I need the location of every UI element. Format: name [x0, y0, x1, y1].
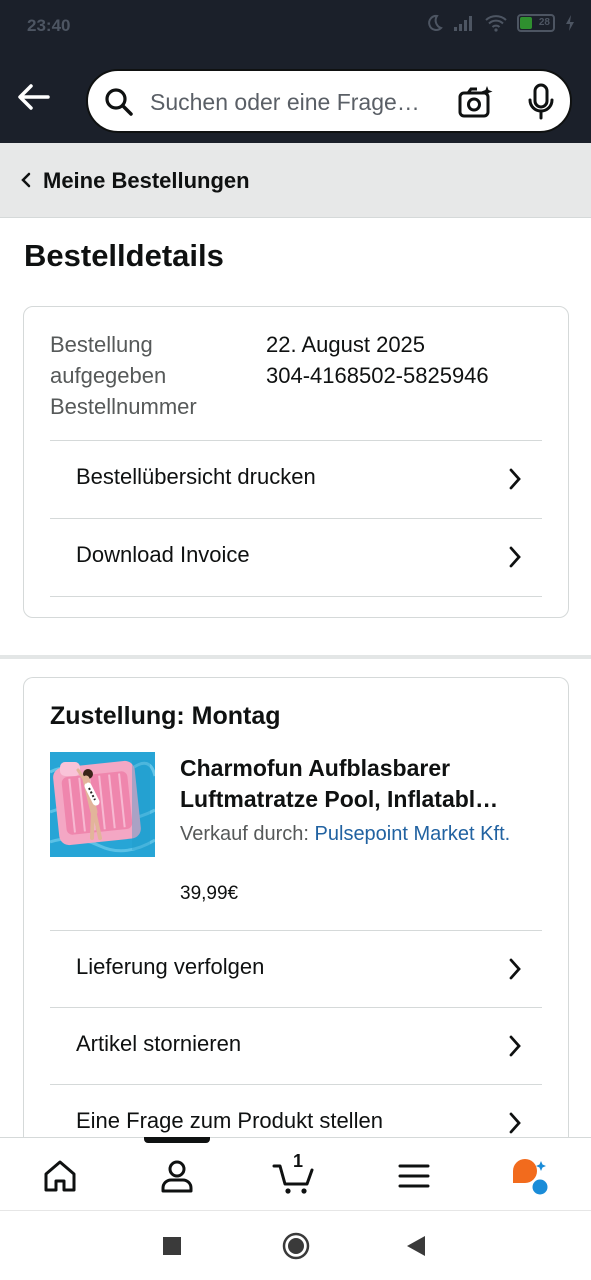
status-icons: 28 [425, 14, 575, 32]
product-title[interactable]: Charmofun Aufblasbarer Luftmatratze Pool… [180, 753, 540, 815]
print-summary-label: Bestellübersicht drucken [76, 464, 316, 489]
seller-info: Verkauf durch: Pulsepoint Market Kft. [180, 819, 540, 850]
breadcrumb[interactable]: Meine Bestellungen [0, 143, 591, 218]
status-bar: 23:40 28 [0, 0, 591, 52]
order-info-card: Bestellung aufgegeben Bestellnummer 22. … [23, 306, 569, 618]
cancel-item-label: Artikel stornieren [76, 1031, 242, 1056]
recents-icon[interactable] [163, 1237, 181, 1255]
back-triangle-icon[interactable] [406, 1235, 426, 1257]
delivery-title: Zustellung: Montag [50, 702, 281, 730]
download-invoice-label: Download Invoice [76, 542, 250, 567]
order-date: 22. August 2025 [266, 332, 426, 357]
battery-icon: 28 [517, 14, 555, 32]
microphone-icon[interactable] [528, 83, 554, 121]
search-input[interactable]: Suchen oder eine Frage… [150, 89, 446, 116]
track-delivery-row[interactable]: Lieferung verfolgen [50, 930, 542, 1008]
order-number-label: Bestellnummer [50, 394, 197, 419]
signal-icon [454, 16, 472, 31]
home-icon[interactable] [40, 1156, 80, 1196]
seller-link[interactable]: Pulsepoint Market Kft. [315, 823, 511, 845]
search-icon [105, 88, 133, 116]
chevron-right-icon [509, 958, 521, 980]
active-tab-indicator [144, 1137, 210, 1143]
back-arrow-icon[interactable] [16, 82, 50, 112]
battery-level: 28 [538, 17, 550, 28]
seller-prefix: Verkauf durch: [180, 823, 309, 845]
bottom-nav [0, 1137, 591, 1210]
chevron-right-icon [509, 1112, 521, 1134]
section-divider [0, 655, 591, 659]
chevron-left-icon [21, 172, 31, 188]
row-divider [50, 596, 542, 597]
page-title: Bestelldetails [24, 238, 224, 273]
product-image[interactable] [50, 752, 155, 857]
order-meta-values: 22. August 2025 304-4168502-5825946 [266, 329, 489, 391]
camera-lens-icon[interactable] [458, 85, 494, 119]
pool-float-image [50, 752, 155, 857]
menu-icon[interactable] [394, 1156, 434, 1196]
breadcrumb-label[interactable]: Meine Bestellungen [43, 168, 250, 194]
download-invoice-row[interactable]: Download Invoice [50, 518, 542, 596]
product-price: 39,99€ [180, 883, 239, 904]
wifi-icon [485, 15, 507, 32]
status-time: 23:40 [27, 16, 71, 35]
system-nav-bar [0, 1210, 591, 1280]
print-summary-row[interactable]: Bestellübersicht drucken [50, 440, 542, 518]
home-circle-icon[interactable] [282, 1232, 310, 1260]
account-icon[interactable] [157, 1156, 197, 1196]
charging-icon [566, 15, 574, 31]
cart-count-badge: 1 [293, 1151, 304, 1171]
product-title-line1[interactable]: Charmofun Aufblasbarer [180, 753, 540, 784]
delivery-card: Zustellung: Montag Charmofun Aufblasbare… [23, 677, 569, 1147]
track-delivery-label: Lieferung verfolgen [76, 954, 265, 979]
chevron-right-icon [509, 468, 521, 490]
product-title-line2[interactable]: Luftmatratze Pool, Inflatabl… [180, 784, 540, 815]
order-placed-label-line2: aufgegeben [50, 363, 167, 388]
rufus-icon[interactable] [510, 1156, 550, 1196]
order-number: 304-4168502-5825946 [266, 363, 489, 388]
chevron-right-icon [509, 1035, 521, 1057]
order-meta-labels: Bestellung aufgegeben Bestellnummer [50, 329, 197, 422]
do-not-disturb-icon [428, 14, 443, 31]
cancel-item-row[interactable]: Artikel stornieren [50, 1007, 542, 1085]
ask-question-label: Eine Frage zum Produkt stellen [76, 1108, 383, 1133]
search-header: Suchen oder eine Frage… [0, 52, 591, 143]
chevron-right-icon [509, 546, 521, 568]
search-bar[interactable]: Suchen oder eine Frage… [86, 69, 572, 133]
order-placed-label-line1: Bestellung [50, 332, 153, 357]
